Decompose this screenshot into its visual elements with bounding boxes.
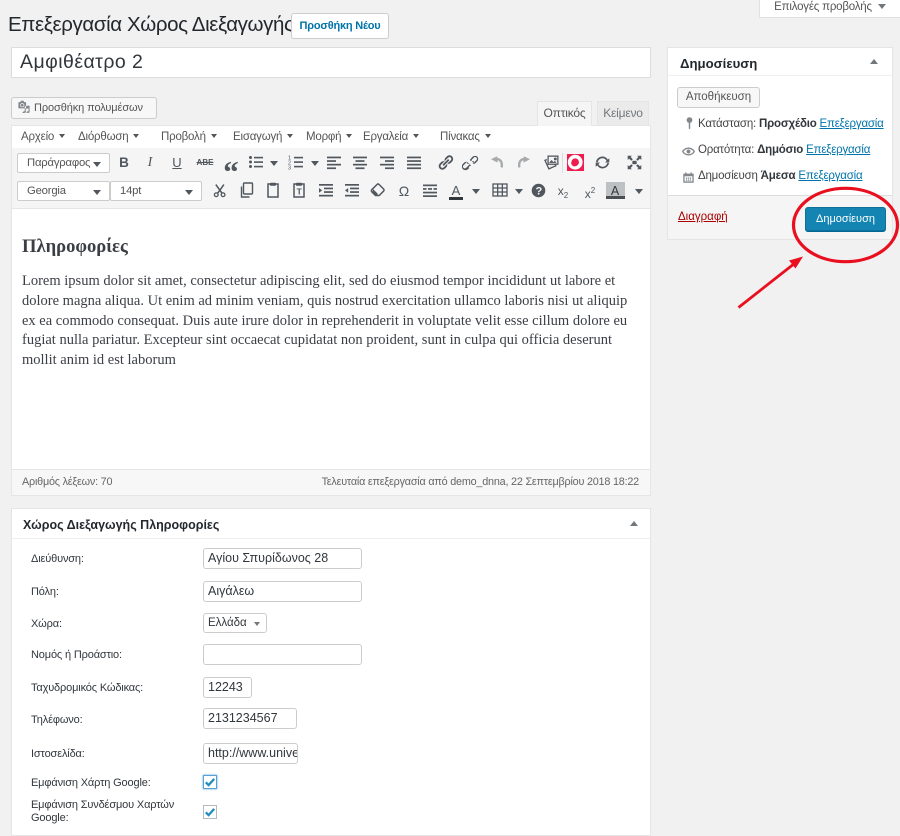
svg-text:T: T <box>297 187 303 197</box>
svg-text:3: 3 <box>288 166 291 171</box>
svg-text:?: ? <box>535 185 542 197</box>
